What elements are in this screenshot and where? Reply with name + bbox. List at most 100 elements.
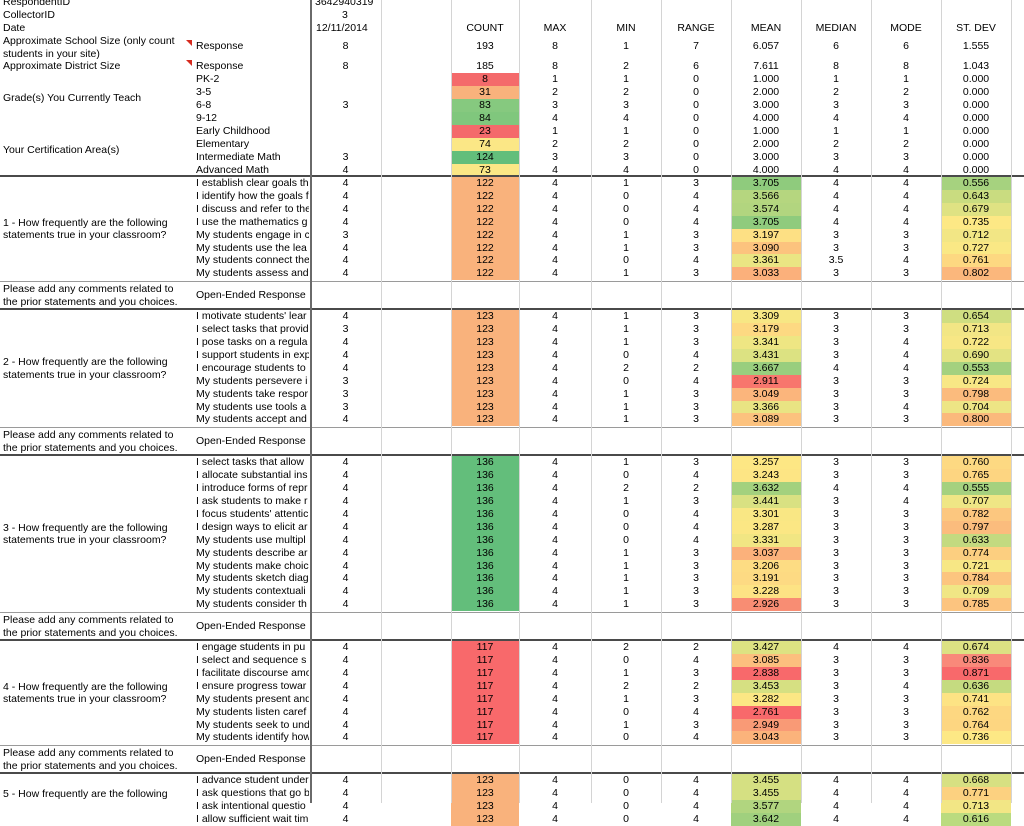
count-cell[interactable]: 123 — [451, 813, 519, 826]
stat-cell-max[interactable]: 4 — [519, 800, 591, 813]
stat-cell-mean[interactable]: 3.309 — [731, 310, 801, 324]
stat-cell-mode[interactable]: 3 — [871, 521, 941, 534]
stat-cell-max[interactable]: 4 — [519, 560, 591, 573]
stat-cell-max[interactable]: 4 — [519, 706, 591, 719]
stat-cell-mean[interactable]: 2.000 — [731, 86, 801, 99]
count-cell[interactable]: 136 — [451, 598, 519, 612]
stat-cell-mode[interactable]: 3 — [871, 469, 941, 482]
response-value[interactable]: 4 — [310, 706, 381, 719]
count-cell[interactable]: 123 — [451, 336, 519, 349]
stat-cell-mode[interactable]: 3 — [871, 151, 941, 164]
stat-cell-mean[interactable]: 3.705 — [731, 215, 801, 229]
stat-cell-max[interactable]: 4 — [519, 641, 591, 654]
response-value[interactable]: 8 — [310, 40, 381, 53]
stat-cell-min[interactable]: 0 — [591, 800, 661, 813]
stat-cell-range[interactable]: 4 — [661, 349, 731, 362]
stat-cell-range[interactable]: 3 — [661, 310, 731, 323]
count-cell[interactable]: 136 — [451, 482, 519, 496]
stat-cell-mean[interactable]: 3.206 — [731, 559, 801, 573]
stat-cell-range[interactable]: 3 — [661, 242, 731, 255]
count-cell[interactable]: 136 — [451, 572, 519, 586]
count-cell[interactable]: 83 — [451, 98, 519, 112]
stat-cell-range[interactable]: 4 — [661, 521, 731, 534]
stat-cell-mean[interactable]: 2.838 — [731, 666, 801, 680]
count-cell[interactable]: 8 — [451, 73, 519, 86]
stat-cell-range[interactable]: 0 — [661, 125, 731, 138]
stat-cell-min[interactable]: 1 — [591, 267, 661, 280]
count-cell[interactable]: 123 — [451, 774, 519, 788]
stat-cell-max[interactable]: 4 — [519, 267, 591, 280]
count-cell[interactable]: 136 — [451, 546, 519, 560]
stat-cell-median[interactable]: 3 — [801, 323, 871, 336]
stat-cell-sd[interactable]: 0.727 — [941, 241, 1011, 255]
stat-cell-range[interactable]: 3 — [661, 560, 731, 573]
response-value[interactable]: 4 — [310, 598, 381, 611]
stat-cell-median[interactable]: 3 — [801, 151, 871, 164]
stat-cell-range[interactable]: 4 — [661, 469, 731, 482]
stat-cell-min[interactable]: 3 — [591, 151, 661, 164]
response-value[interactable]: 4 — [310, 508, 381, 521]
column-header-sd[interactable]: ST. DEV — [941, 22, 1011, 35]
stat-cell-median[interactable]: 1 — [801, 125, 871, 138]
count-cell[interactable]: 74 — [451, 137, 519, 151]
count-cell[interactable]: 136 — [451, 585, 519, 599]
stat-cell-mean[interactable]: 3.197 — [731, 228, 801, 242]
response-value[interactable]: 3 — [310, 151, 381, 164]
stat-cell-min[interactable]: 2 — [591, 60, 661, 73]
stat-cell-min[interactable]: 1 — [591, 598, 661, 611]
count-cell[interactable]: 122 — [451, 267, 519, 281]
stat-cell-median[interactable]: 4 — [801, 216, 871, 229]
count-cell[interactable]: 117 — [451, 731, 519, 745]
stat-cell-sd[interactable]: 0.712 — [941, 228, 1011, 242]
response-value[interactable]: 4 — [310, 310, 381, 323]
stat-cell-max[interactable]: 4 — [519, 323, 591, 336]
stat-cell-sd[interactable]: 0.679 — [941, 202, 1011, 216]
stat-cell-median[interactable]: 3 — [801, 680, 871, 693]
stat-cell-range[interactable]: 3 — [661, 388, 731, 401]
stat-cell-sd[interactable]: 0.000 — [941, 138, 1011, 151]
stat-cell-mean[interactable]: 3.282 — [731, 692, 801, 706]
stat-cell-mode[interactable]: 1 — [871, 125, 941, 138]
stat-cell-range[interactable]: 3 — [661, 413, 731, 426]
stat-cell-mode[interactable]: 3 — [871, 456, 941, 469]
stat-cell-range[interactable]: 3 — [661, 598, 731, 611]
count-cell[interactable]: 23 — [451, 125, 519, 138]
stat-cell-min[interactable]: 2 — [591, 86, 661, 99]
stat-cell-min[interactable]: 1 — [591, 323, 661, 336]
stat-cell-median[interactable]: 3 — [801, 667, 871, 680]
stat-cell-range[interactable]: 4 — [661, 800, 731, 813]
stat-cell-sd[interactable]: 0.741 — [941, 692, 1011, 706]
stat-cell-mean[interactable]: 3.361 — [731, 254, 801, 268]
stat-cell-sd[interactable]: 0.668 — [941, 774, 1011, 788]
stat-cell-max[interactable]: 8 — [519, 40, 591, 53]
count-cell[interactable]: 123 — [451, 400, 519, 414]
stat-cell-mode[interactable]: 4 — [871, 336, 941, 349]
stat-cell-sd[interactable]: 0.713 — [941, 323, 1011, 337]
stat-cell-mode[interactable]: 3 — [871, 534, 941, 547]
count-cell[interactable]: 117 — [451, 718, 519, 732]
stat-cell-median[interactable]: 4 — [801, 482, 871, 495]
stat-cell-range[interactable]: 3 — [661, 177, 731, 190]
response-value[interactable]: 3 — [310, 401, 381, 414]
stat-cell-range[interactable]: 3 — [661, 719, 731, 732]
stat-cell-median[interactable]: 4 — [801, 787, 871, 800]
stat-cell-sd[interactable]: 0.707 — [941, 495, 1011, 508]
stat-cell-range[interactable]: 4 — [661, 654, 731, 667]
stat-cell-range[interactable]: 4 — [661, 375, 731, 388]
stat-cell-sd[interactable]: 0.765 — [941, 469, 1011, 483]
stat-cell-median[interactable]: 4 — [801, 112, 871, 125]
stat-cell-max[interactable]: 4 — [519, 375, 591, 388]
stat-cell-min[interactable]: 0 — [591, 731, 661, 744]
response-value[interactable]: 4 — [310, 362, 381, 375]
stat-cell-max[interactable]: 4 — [519, 349, 591, 362]
stat-cell-sd[interactable]: 0.774 — [941, 546, 1011, 560]
column-header-max[interactable]: MAX — [519, 22, 591, 35]
stat-cell-median[interactable]: 3 — [801, 693, 871, 706]
stat-cell-max[interactable]: 4 — [519, 572, 591, 585]
stat-cell-min[interactable]: 0 — [591, 654, 661, 667]
stat-cell-range[interactable]: 3 — [661, 229, 731, 242]
stat-cell-mode[interactable]: 3 — [871, 310, 941, 323]
response-value[interactable]: 4 — [310, 731, 381, 744]
stat-cell-sd[interactable]: 0.798 — [941, 387, 1011, 401]
count-cell[interactable]: 117 — [451, 654, 519, 667]
